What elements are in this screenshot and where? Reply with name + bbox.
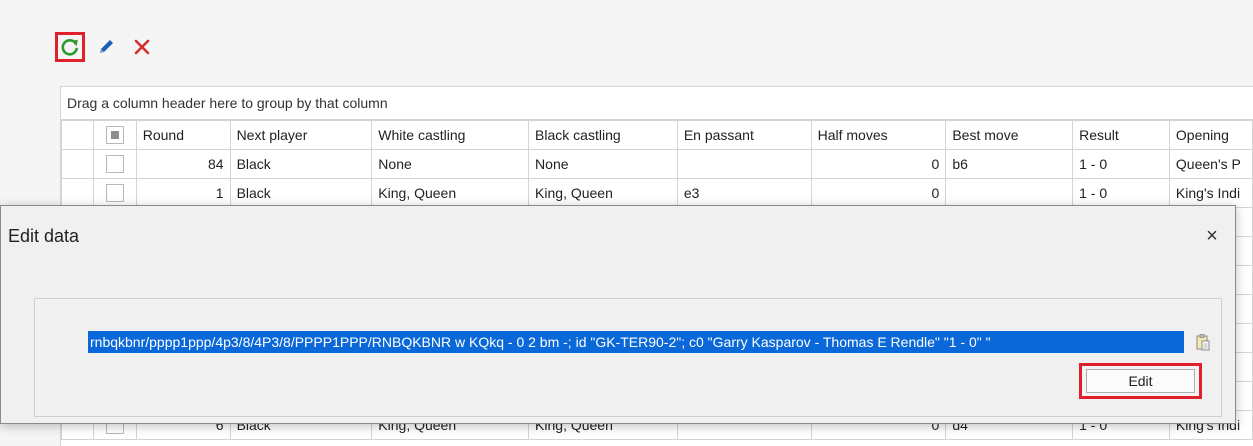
cell-half-moves[interactable]: 0 (810, 178, 947, 208)
column-header-best-move[interactable]: Best move (945, 120, 1074, 150)
column-header-half-moves[interactable]: Half moves (810, 120, 947, 150)
cell-black-castling[interactable]: None (528, 149, 678, 179)
select-all-header[interactable] (92, 120, 137, 150)
edit-submit-button[interactable]: Edit (1079, 363, 1202, 399)
table-row[interactable]: 1 Black King, Queen King, Queen e3 0 1 - 0 King… (61, 178, 1253, 208)
toolbar (55, 32, 157, 62)
edit-data-dialog: Edit data × rnbqkbnr/pppp1ppp/4p3/8/4P3/… (0, 205, 1236, 424)
delete-button[interactable] (127, 32, 157, 62)
cell-result[interactable]: 1 - 0 (1072, 178, 1170, 208)
row-checkbox[interactable] (105, 184, 124, 203)
pencil-icon (100, 40, 113, 53)
epd-text-field[interactable]: rnbqkbnr/pppp1ppp/4p3/8/4P3/8/PPPP1PPP/R… (88, 330, 1218, 354)
cell-round[interactable]: 1 (135, 178, 231, 208)
row-select-cell[interactable] (92, 178, 137, 208)
epd-text-selection[interactable]: rnbqkbnr/pppp1ppp/4p3/8/4P3/8/PPPP1PPP/R… (88, 331, 1184, 353)
column-header-black-castling[interactable]: Black castling (528, 120, 678, 150)
column-header-en-passant[interactable]: En passant (676, 120, 812, 150)
row-select-cell[interactable] (92, 149, 137, 179)
cell-white-castling[interactable]: None (371, 149, 530, 179)
row-indicator-header (61, 120, 94, 150)
cell-best-move[interactable] (945, 178, 1074, 208)
cell-opening[interactable]: Queen's P (1168, 149, 1253, 179)
column-header-opening[interactable]: Opening (1168, 120, 1253, 150)
cell-white-castling[interactable]: King, Queen (371, 178, 530, 208)
column-header-white-castling[interactable]: White castling (371, 120, 530, 150)
cell-half-moves[interactable]: 0 (810, 149, 947, 179)
header-row: Round Next player White castling Black c… (61, 120, 1253, 150)
edit-button[interactable] (91, 32, 121, 62)
cell-best-move[interactable]: b6 (945, 149, 1074, 179)
close-icon[interactable]: × (1200, 224, 1224, 248)
refresh-icon (61, 38, 78, 56)
cell-round[interactable]: 84 (135, 149, 231, 179)
cell-en-passant[interactable]: e3 (676, 178, 812, 208)
refresh-button[interactable] (55, 32, 85, 62)
cell-next-player[interactable]: Black (229, 149, 373, 179)
select-all-checkbox[interactable] (105, 126, 124, 145)
column-header-round[interactable]: Round (135, 120, 231, 150)
table-row[interactable]: 84 Black None None 0 b6 1 - 0 Queen's P (61, 149, 1253, 179)
cell-result[interactable]: 1 - 0 (1072, 149, 1170, 179)
edit-button-label: Edit (1086, 369, 1195, 393)
group-by-panel[interactable]: Drag a column header here to group by th… (61, 87, 1253, 120)
cell-opening[interactable]: King's Indi (1168, 178, 1253, 208)
cell-black-castling[interactable]: King, Queen (528, 178, 678, 208)
dialog-content-panel (34, 298, 1222, 417)
clipboard-icon[interactable] (1192, 331, 1214, 353)
delete-icon (134, 39, 150, 55)
row-indicator[interactable] (61, 178, 94, 208)
row-indicator[interactable] (61, 149, 94, 179)
row-checkbox[interactable] (105, 155, 124, 174)
cell-next-player[interactable]: Black (229, 178, 373, 208)
dialog-title: Edit data (8, 226, 80, 246)
cell-en-passant[interactable] (676, 149, 812, 179)
column-header-next-player[interactable]: Next player (229, 120, 373, 150)
column-header-result[interactable]: Result (1072, 120, 1170, 150)
